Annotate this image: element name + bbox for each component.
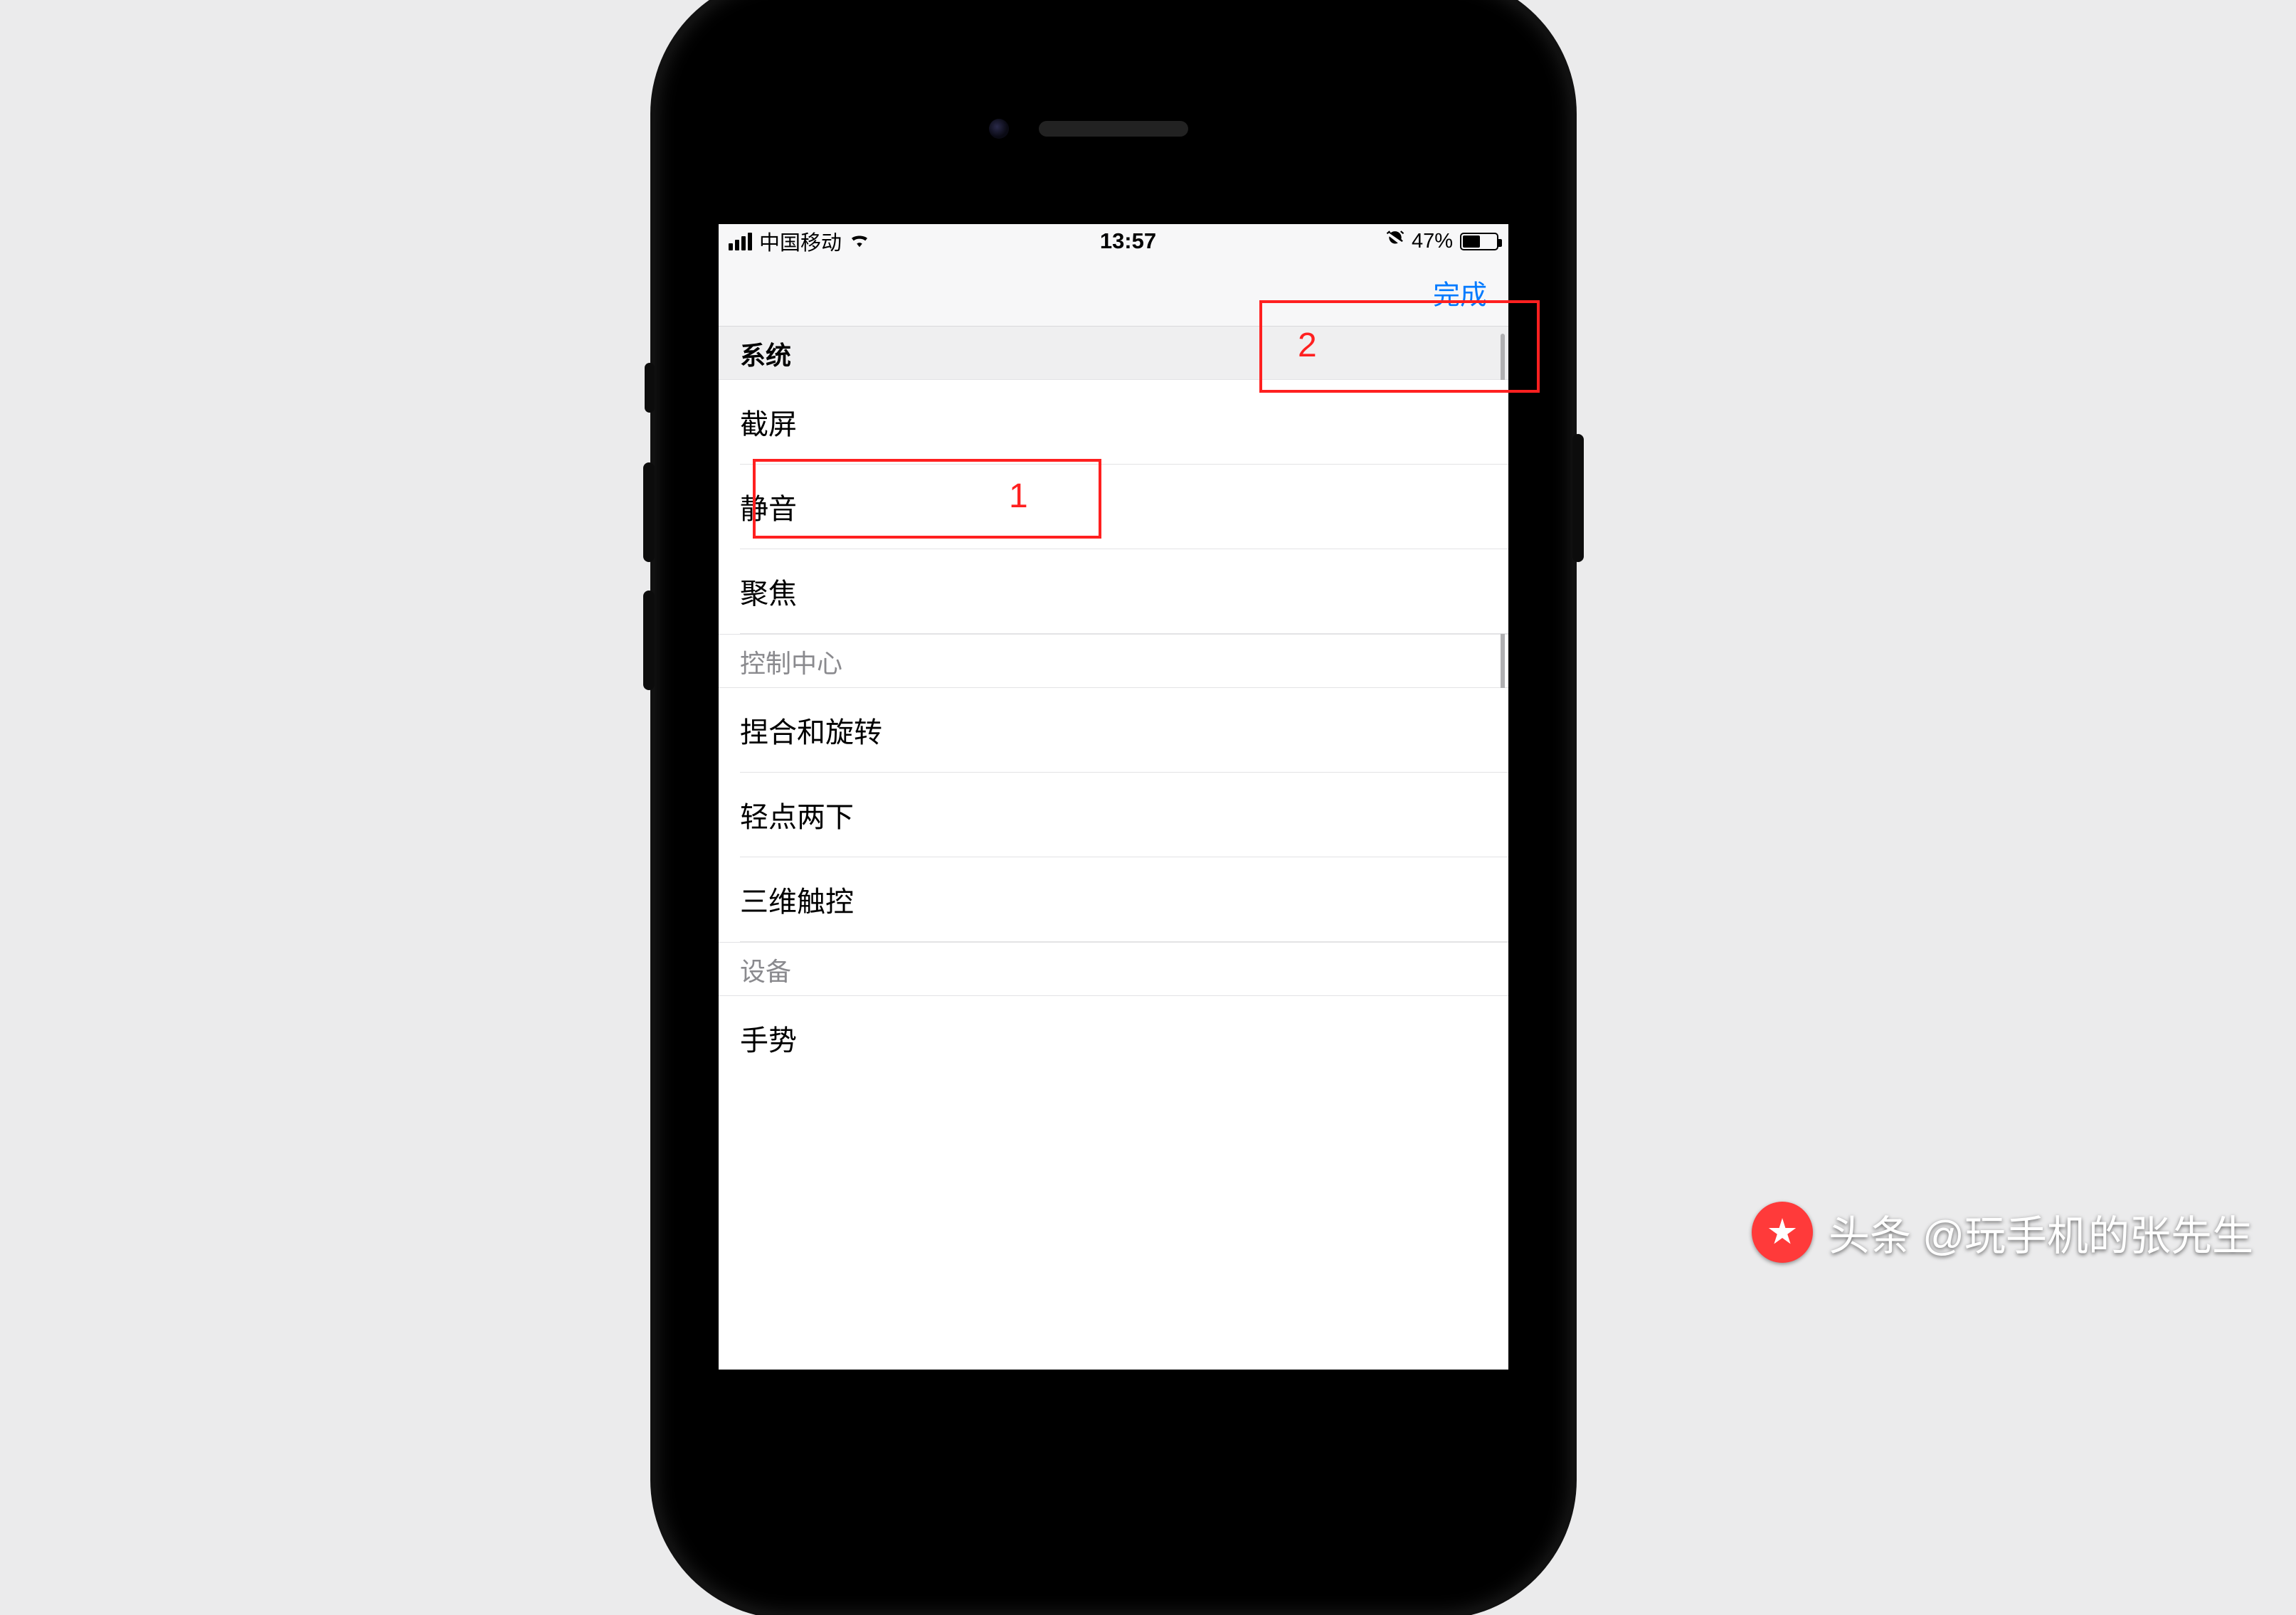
settings-list[interactable]: 系统 截屏 静音 聚焦 控制中心 捏合和旋转 轻点两下 三维触控 设备 手势 — [719, 327, 1508, 1080]
done-button[interactable]: 完成 — [1433, 272, 1487, 312]
section-header-device: 设备 — [719, 942, 1508, 996]
nav-bar: 完成 — [719, 258, 1508, 327]
watermark-text: 头条 @玩手机的张先生 — [1829, 1202, 2253, 1262]
volume-down-button — [643, 591, 655, 690]
section-header-control-center: 控制中心 — [719, 634, 1508, 688]
mute-switch — [645, 363, 655, 413]
watermark: 头条 @玩手机的张先生 — [1752, 1202, 2253, 1263]
section-header-system: 系统 — [719, 327, 1508, 380]
volume-up-button — [643, 462, 655, 562]
cell-focus[interactable]: 聚焦 — [740, 549, 1508, 634]
phone-chassis: 中国移动 13:57 47% — [655, 0, 1572, 1615]
cell-3d-touch[interactable]: 三维触控 — [740, 857, 1508, 942]
cell-double-tap[interactable]: 轻点两下 — [740, 773, 1508, 857]
wifi-icon — [849, 230, 870, 253]
power-button — [1572, 434, 1584, 562]
cell-pinch-rotate[interactable]: 捏合和旋转 — [740, 688, 1508, 773]
phone-screen: 中国移动 13:57 47% — [719, 224, 1508, 1370]
cell-gestures[interactable]: 手势 — [740, 996, 1508, 1080]
earpiece-speaker — [1039, 121, 1188, 137]
battery-pct-label: 47% — [1412, 230, 1453, 253]
carrier-label: 中国移动 — [759, 226, 842, 256]
cell-mute[interactable]: 静音 — [740, 465, 1508, 549]
alarm-icon — [1386, 230, 1404, 253]
status-bar: 中国移动 13:57 47% — [719, 224, 1508, 258]
cell-screenshot[interactable]: 截屏 — [740, 380, 1508, 465]
phone-bezel: 中国移动 13:57 47% — [694, 18, 1533, 1576]
signal-bars-icon — [729, 233, 752, 250]
battery-icon — [1460, 233, 1498, 250]
watermark-logo-icon — [1752, 1202, 1813, 1263]
front-camera — [989, 119, 1009, 139]
clock-label: 13:57 — [870, 228, 1386, 254]
